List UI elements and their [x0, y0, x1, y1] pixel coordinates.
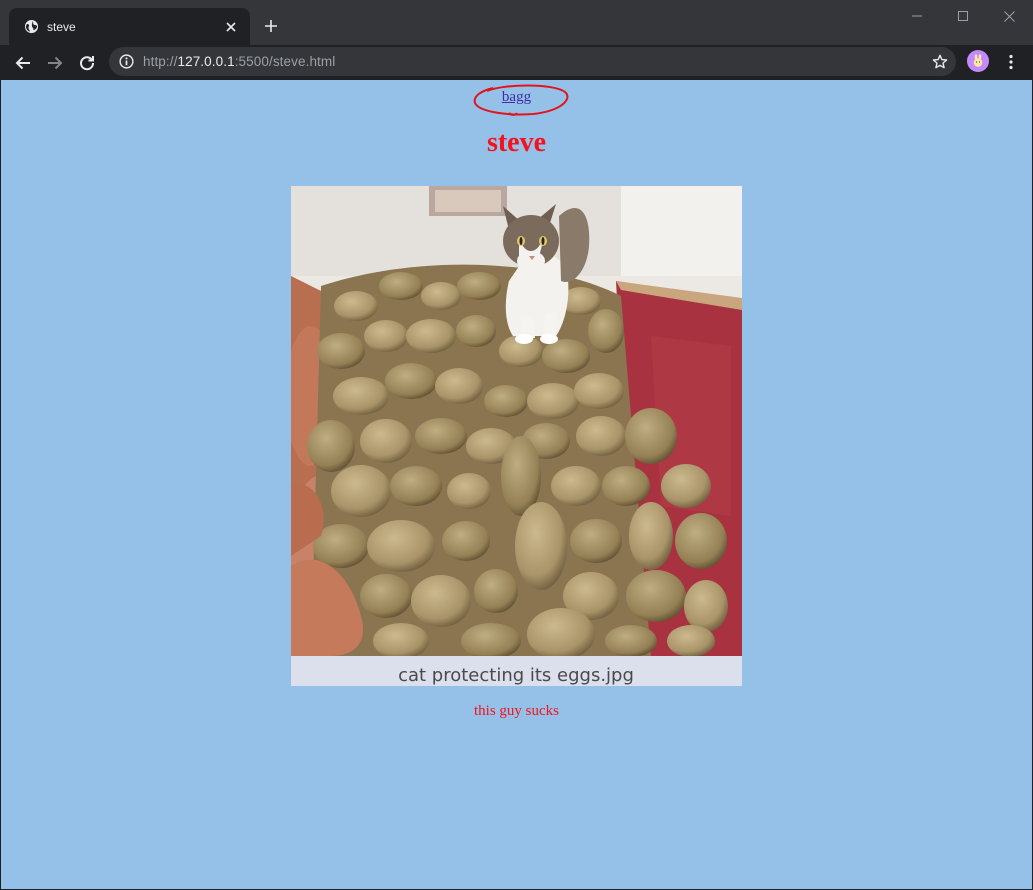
back-arrow-icon[interactable] [10, 50, 36, 76]
close-tab-icon[interactable] [222, 18, 240, 36]
page-heading: steve [486, 127, 547, 158]
page-viewport: bagg steve cat protecting its eggs.jpg t… [1, 80, 1032, 889]
reload-icon[interactable] [74, 50, 100, 76]
close-window-icon[interactable] [986, 6, 1032, 26]
minimize-icon[interactable] [894, 6, 940, 26]
globe-icon [23, 19, 39, 35]
tab-title: steve [47, 19, 76, 34]
more-menu-icon[interactable] [1001, 50, 1021, 74]
bookmark-star-icon[interactable] [930, 52, 950, 72]
url-host: 127.0.0.1 [177, 54, 235, 69]
image-caption-text: cat protecting its eggs.jpg [398, 665, 634, 686]
bagg-link[interactable]: bagg [502, 89, 531, 105]
tab-strip: steve [0, 0, 1033, 45]
maximize-icon[interactable] [940, 6, 986, 26]
page-caption: this guy sucks [473, 703, 559, 719]
browser-toolbar: http://127.0.0.1:5500/steve.html [0, 45, 1033, 80]
forward-arrow-icon[interactable] [42, 50, 68, 76]
url-path: :5500/steve.html [234, 54, 336, 69]
new-tab-icon[interactable] [261, 16, 281, 36]
browser-tab[interactable]: steve [9, 8, 250, 45]
cat-on-potatoes-image: cat protecting its eggs.jpg [291, 186, 742, 686]
address-bar[interactable]: http://127.0.0.1:5500/steve.html [109, 47, 956, 76]
link-container: bagg [1, 88, 1032, 106]
info-icon[interactable] [119, 54, 134, 69]
profile-avatar[interactable] [967, 50, 989, 72]
url-text: http://127.0.0.1:5500/steve.html [143, 54, 335, 69]
url-scheme: http:// [143, 54, 178, 69]
